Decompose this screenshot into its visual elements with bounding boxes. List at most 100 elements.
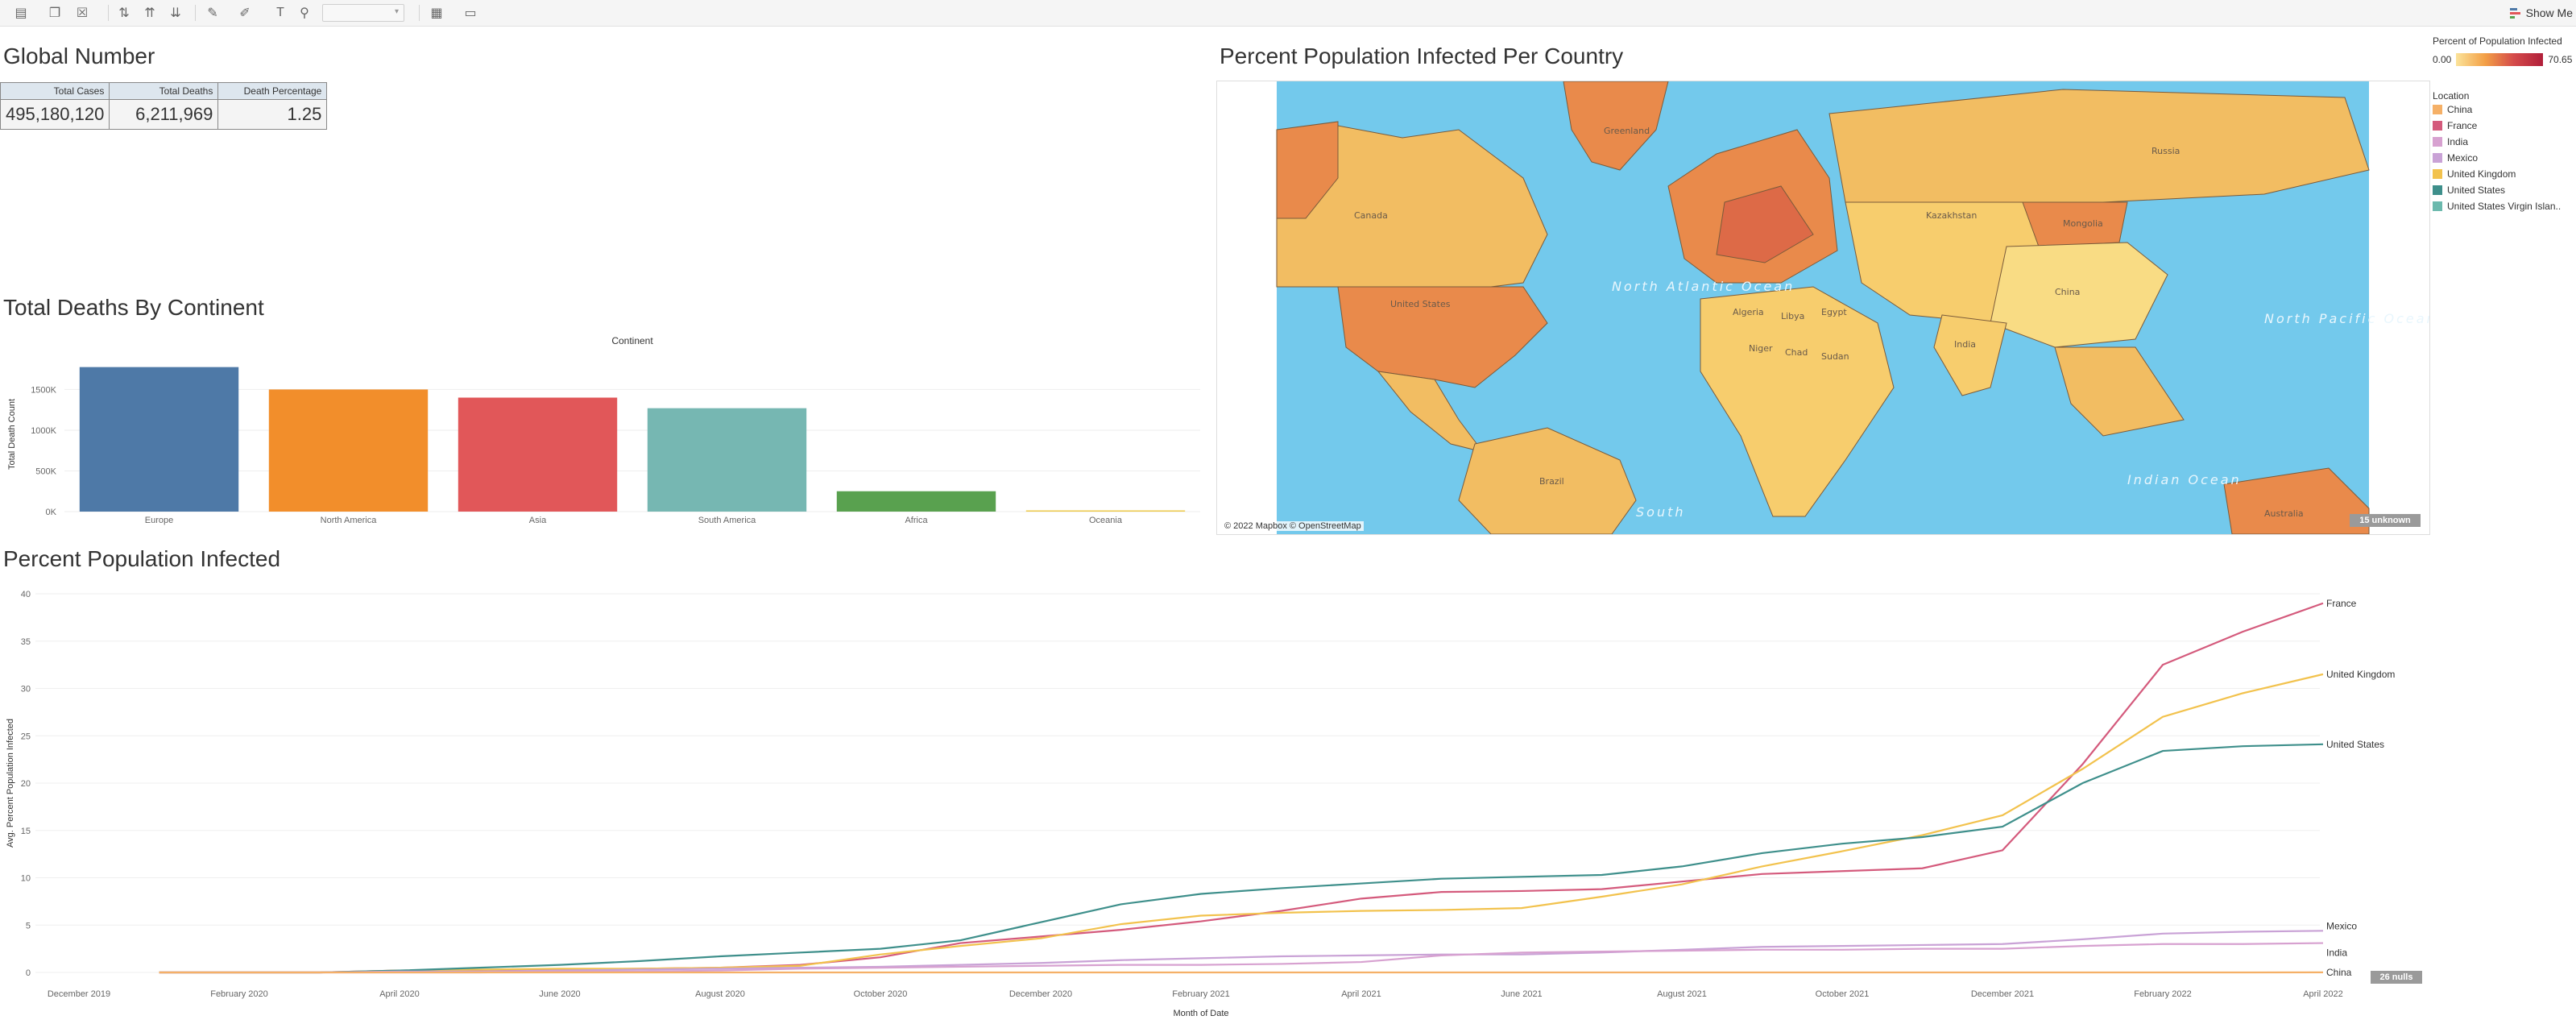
legend-swatch	[2433, 153, 2442, 163]
map-label-libya: Libya	[1781, 311, 1804, 321]
map-label-niger: Niger	[1749, 343, 1773, 354]
bar-x-tick-label: Asia	[529, 516, 547, 525]
group-icon[interactable]: ✐	[235, 3, 255, 23]
show-me-button[interactable]: Show Me	[2509, 3, 2573, 23]
bar-north-america[interactable]	[268, 389, 429, 512]
bar-asia[interactable]	[458, 397, 618, 512]
sort-descending-icon[interactable]: ⇊	[166, 3, 185, 23]
bar-column-header: Continent	[611, 335, 653, 346]
legend-item-united-states[interactable]: United States	[2433, 182, 2576, 198]
bar-oceania[interactable]	[1025, 510, 1186, 512]
series-end-label-india: India	[2326, 947, 2347, 959]
clear-icon[interactable]: ☒	[72, 3, 92, 23]
infection-map[interactable]: Greenland Canada United States Mongolia …	[1216, 81, 2430, 535]
gradient-legend-title: Percent of Population Infected	[2433, 35, 2562, 47]
legend-swatch	[2433, 185, 2442, 195]
series-end-label-france: France	[2326, 598, 2357, 609]
pin-icon[interactable]: ⚲	[295, 3, 314, 23]
presentation-icon[interactable]: ▭	[461, 3, 480, 23]
series-line-united-kingdom[interactable]	[159, 673, 2324, 974]
bar-y-tick-label: 1000K	[31, 426, 56, 436]
map-label-greenland: Greenland	[1604, 126, 1650, 136]
line-y-tick-label: 0	[26, 968, 31, 978]
header-death-percentage: Death Percentage	[217, 82, 328, 100]
legend-label: France	[2447, 120, 2478, 131]
bar-x-tick-label: Africa	[905, 516, 928, 525]
line-x-tick-label: February 2021	[1172, 989, 1230, 999]
line-y-tick-label: 35	[21, 637, 31, 647]
series-line-united-states[interactable]	[159, 743, 2324, 974]
show-me-label: Show Me	[2525, 6, 2573, 19]
map-label-china: China	[2055, 287, 2080, 297]
line-x-tick-label: February 2022	[2134, 989, 2192, 999]
location-legend: China France India Mexico United Kingdom Unit…	[2433, 102, 2576, 214]
legend-label: China	[2447, 104, 2473, 115]
line-x-tick-label: February 2020	[210, 989, 268, 999]
world-map[interactable]: Greenland Canada United States Mongolia …	[1217, 81, 2429, 534]
map-label-india: India	[1954, 339, 1976, 350]
global-number-table: Total Cases Total Deaths Death Percentag…	[0, 82, 328, 130]
map-label-australia: Australia	[2264, 508, 2304, 519]
new-worksheet-icon[interactable]: ▤	[11, 3, 31, 23]
value-death-percentage[interactable]: 1.25	[217, 99, 328, 130]
series-end-label-china: China	[2326, 967, 2352, 978]
bar-europe[interactable]	[79, 367, 239, 512]
line-x-tick-label: April 2022	[2303, 989, 2343, 999]
legend-item-united-kingdom[interactable]: United Kingdom	[2433, 166, 2576, 182]
fit-dropdown[interactable]: ▾	[322, 4, 404, 22]
value-total-cases[interactable]: 495,180,120	[0, 99, 110, 130]
nulls-badge[interactable]: 26 nulls	[2371, 971, 2422, 984]
series-end-label-united-kingdom: United Kingdom	[2326, 669, 2395, 680]
series-line-france[interactable]	[159, 602, 2324, 974]
bar-south-america[interactable]	[647, 408, 807, 512]
bar-x-tick-label: South America	[698, 516, 756, 525]
line-y-axis-label: Avg. Percent Population Infected	[6, 719, 15, 848]
sort-ascending-icon[interactable]: ⇈	[140, 3, 159, 23]
line-x-tick-label: June 2020	[539, 989, 580, 999]
unknown-badge[interactable]: 15 unknown	[2350, 514, 2421, 527]
bar-x-tick-label: Europe	[145, 516, 173, 525]
show-me-icon	[2509, 7, 2521, 19]
line-y-tick-label: 30	[21, 685, 31, 694]
legend-swatch	[2433, 105, 2442, 114]
legend-item-china[interactable]: China	[2433, 102, 2576, 118]
legend-label: Mexico	[2447, 152, 2479, 164]
deaths-bar-chart: Continent 0K 500K 1000K 1500K Total Death Cou…	[7, 335, 1200, 525]
legend-label: United Kingdom	[2447, 168, 2516, 180]
legend-swatch	[2433, 201, 2442, 211]
line-x-tick-label: June 2021	[1501, 989, 1542, 999]
line-chart-title: Percent Population Infected	[3, 546, 281, 571]
map-label-mongolia: Mongolia	[2063, 218, 2103, 229]
highlight-icon[interactable]: ✎	[203, 3, 222, 23]
value-total-deaths[interactable]: 6,211,969	[109, 99, 219, 130]
gradient-legend[interactable]: 0.00 70.65	[2433, 52, 2576, 68]
country-russia[interactable]	[1828, 89, 2370, 203]
legend-item-india[interactable]: India	[2433, 134, 2576, 150]
map-label-sudan: Sudan	[1821, 351, 1849, 362]
duplicate-icon[interactable]: ❐	[45, 3, 64, 23]
label-icon[interactable]: T	[271, 3, 290, 23]
map-attribution[interactable]: © 2022 Mapbox © OpenStreetMap	[1222, 521, 1364, 531]
deaths-by-continent-title: Total Deaths By Continent	[3, 295, 264, 320]
line-x-tick-label: April 2020	[379, 989, 420, 999]
map-label-pacific: North Pacific Ocean	[2264, 311, 2429, 326]
bar-africa[interactable]	[836, 491, 996, 512]
legend-swatch	[2433, 169, 2442, 179]
legend-label: United States Virgin Islan..	[2447, 201, 2562, 212]
line-x-tick-label: October 2020	[854, 989, 908, 999]
legend-item-mexico[interactable]: Mexico	[2433, 150, 2576, 166]
gradient-max: 70.65	[2548, 54, 2573, 65]
map-label-russia: Russia	[2151, 146, 2180, 156]
legend-item-united-states-virgin-islan[interactable]: United States Virgin Islan..	[2433, 198, 2576, 214]
map-label-kazakhstan: Kazakhstan	[1926, 210, 1977, 221]
map-label-egypt: Egypt	[1821, 307, 1847, 317]
fit-icon[interactable]: ▦	[427, 3, 446, 23]
swap-icon[interactable]: ⇅	[114, 3, 134, 23]
legend-label: India	[2447, 136, 2469, 147]
series-line-mexico[interactable]	[159, 930, 2324, 974]
legend-panel: Percent of Population Infected 0.00 70.6…	[2433, 35, 2576, 214]
legend-item-france[interactable]: France	[2433, 118, 2576, 134]
line-x-tick-label: December 2020	[1009, 989, 1072, 999]
map-label-canada: Canada	[1354, 210, 1388, 221]
line-x-tick-label: December 2021	[1971, 989, 2034, 999]
